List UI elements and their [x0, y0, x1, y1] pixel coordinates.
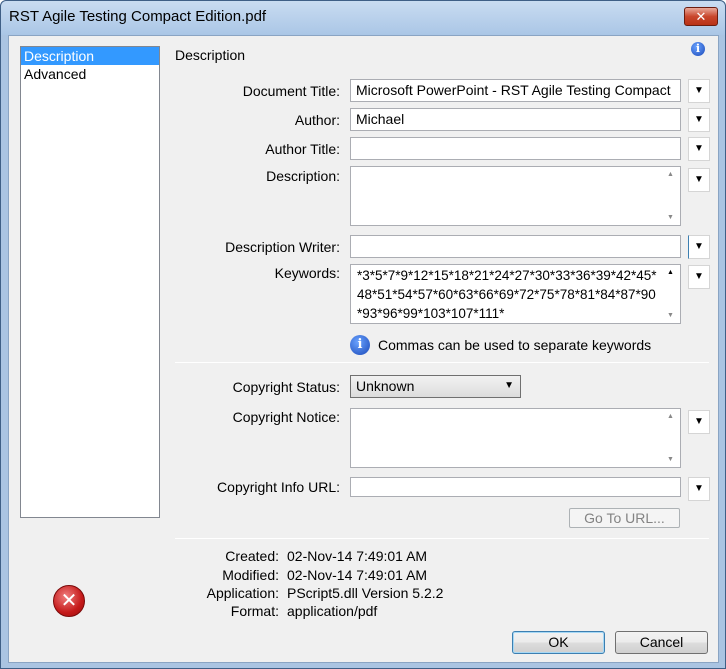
go-to-url-button[interactable]: Go To URL... [569, 508, 680, 528]
scroll-down-icon[interactable]: ▼ [667, 456, 674, 463]
category-list[interactable]: Description Advanced [20, 46, 160, 518]
title-bar[interactable]: RST Agile Testing Compact Edition.pdf ✕ [1, 1, 725, 35]
document-title-input[interactable]: Microsoft PowerPoint - RST Agile Testing… [350, 79, 681, 102]
chevron-down-icon: ▼ [694, 241, 704, 252]
dialog-body: Description Advanced Description i Docum… [8, 35, 719, 663]
dialog-window: RST Agile Testing Compact Edition.pdf ✕ … [0, 0, 726, 669]
copyright-status-label: Copyright Status: [232, 379, 340, 395]
info-icon: i [350, 335, 370, 355]
keywords-value: *3*5*7*9*12*15*18*21*24*27*30*33*36*39*4… [357, 268, 657, 321]
copyright-notice-dropdown[interactable]: ▼ [688, 410, 710, 434]
document-title-label: Document Title: [242, 83, 340, 99]
section-title: Description [175, 47, 246, 63]
close-icon: ✕ [695, 9, 707, 24]
error-icon[interactable]: ✕ [53, 585, 85, 617]
cancel-button[interactable]: Cancel [615, 631, 708, 654]
created-label: Created: [225, 548, 279, 564]
description-dropdown[interactable]: ▼ [688, 168, 710, 192]
keywords-hint: Commas can be used to separate keywords [378, 337, 652, 353]
close-button[interactable]: ✕ [684, 7, 718, 26]
modified-value: 02-Nov-14 7:49:01 AM [287, 567, 428, 583]
divider [175, 538, 709, 539]
author-title-label: Author Title: [265, 141, 340, 157]
chevron-down-icon: ▼ [504, 380, 514, 391]
keywords-dropdown[interactable]: ▼ [688, 265, 710, 289]
divider [175, 362, 709, 363]
author-title-dropdown[interactable]: ▼ [688, 137, 710, 161]
scroll-down-icon[interactable]: ▼ [667, 312, 674, 319]
scroll-up-icon[interactable]: ▲ [667, 269, 674, 276]
created-value: 02-Nov-14 7:49:01 AM [287, 548, 428, 564]
nav-item-description[interactable]: Description [21, 47, 159, 65]
keywords-label: Keywords: [274, 265, 340, 281]
chevron-down-icon: ▼ [694, 85, 704, 96]
modified-label: Modified: [222, 567, 279, 583]
scroll-up-icon[interactable]: ▲ [667, 413, 674, 420]
description-scrollbar[interactable]: ▲ ▼ [663, 167, 680, 225]
author-input[interactable]: Michael [350, 108, 681, 131]
copyright-notice-textarea[interactable]: ▲ ▼ [350, 408, 681, 468]
format-label: Format: [230, 603, 279, 619]
description-textarea[interactable]: ▲ ▼ [350, 166, 681, 226]
description-writer-input[interactable] [350, 235, 681, 258]
copyright-url-label: Copyright Info URL: [217, 479, 340, 495]
chevron-down-icon: ▼ [694, 271, 704, 282]
copyright-status-value: Unknown [356, 378, 415, 394]
window-title: RST Agile Testing Compact Edition.pdf [9, 8, 267, 25]
copyright-url-dropdown[interactable]: ▼ [688, 477, 710, 501]
chevron-down-icon: ▼ [694, 174, 704, 185]
chevron-down-icon: ▼ [694, 483, 704, 494]
description-writer-label: Description Writer: [225, 239, 340, 255]
application-value: PScript5.dll Version 5.2.2 [287, 585, 444, 601]
keywords-textarea[interactable]: *3*5*7*9*12*15*18*21*24*27*30*33*36*39*4… [350, 264, 681, 324]
application-label: Application: [206, 585, 279, 601]
format-value: application/pdf [287, 603, 378, 619]
copyright-notice-scrollbar[interactable]: ▲ ▼ [663, 409, 680, 467]
description-writer-dropdown[interactable]: ▼ [688, 235, 710, 259]
ok-button[interactable]: OK [512, 631, 605, 654]
description-label: Description: [266, 168, 340, 184]
nav-item-advanced[interactable]: Advanced [21, 65, 159, 83]
scroll-up-icon[interactable]: ▲ [667, 171, 674, 178]
keywords-scrollbar[interactable]: ▲ ▼ [663, 265, 680, 323]
copyright-notice-label: Copyright Notice: [232, 409, 340, 425]
document-title-dropdown[interactable]: ▼ [688, 79, 710, 103]
chevron-down-icon: ▼ [694, 416, 704, 427]
copyright-url-input[interactable] [350, 477, 681, 497]
scroll-down-icon[interactable]: ▼ [667, 214, 674, 221]
chevron-down-icon: ▼ [694, 114, 704, 125]
author-label: Author: [294, 112, 340, 128]
copyright-status-select[interactable]: Unknown ▼ [350, 375, 521, 398]
author-dropdown[interactable]: ▼ [688, 108, 710, 132]
author-title-input[interactable] [350, 137, 681, 160]
info-icon[interactable]: i [691, 42, 705, 56]
chevron-down-icon: ▼ [694, 143, 704, 154]
